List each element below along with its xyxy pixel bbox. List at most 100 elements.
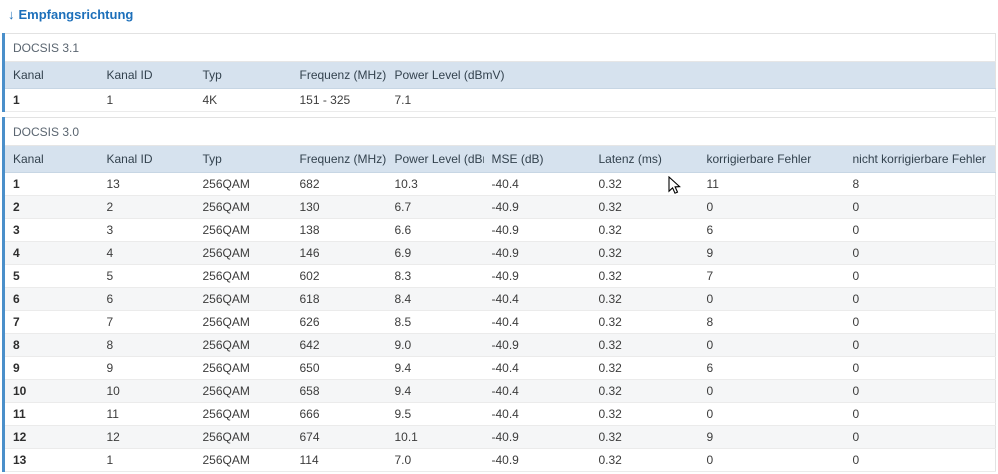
table-cell: 5 bbox=[3, 264, 99, 288]
table-cell: 7 bbox=[98, 310, 195, 334]
table-cell: 130 bbox=[291, 195, 387, 219]
table-cell: 0.32 bbox=[590, 264, 699, 288]
table-cell: 138 bbox=[291, 218, 387, 242]
table-cell: -40.9 bbox=[483, 448, 591, 472]
table-cell: 10.1 bbox=[386, 425, 484, 449]
table-row: 2 2 256QAM 130 6.7 -40.9 0.32 0 0 bbox=[3, 195, 996, 219]
table-cell: 12 bbox=[98, 425, 195, 449]
table-cell: 0 bbox=[844, 448, 996, 472]
table-cell: 0 bbox=[698, 195, 845, 219]
table-cell: 9 bbox=[98, 356, 195, 380]
section-row: DOCSIS 3.1 bbox=[3, 33, 996, 62]
table-cell: 0.32 bbox=[590, 172, 699, 196]
table-cell: 7 bbox=[698, 264, 845, 288]
table-cell: 10 bbox=[3, 379, 99, 403]
column-header: korrigierbare Fehler bbox=[698, 145, 845, 173]
table-cell: 10.3 bbox=[386, 172, 484, 196]
table-cell: -40.4 bbox=[483, 310, 591, 334]
table-cell: -40.4 bbox=[483, 402, 591, 426]
table-cell: 0 bbox=[844, 218, 996, 242]
table-cell: 642 bbox=[291, 333, 387, 357]
page: ↓ Empfangsrichtung DOCSIS 3.1 Kanal Kanal … bbox=[0, 0, 998, 474]
column-header: Latenz (ms) bbox=[590, 145, 699, 173]
table-cell: -40.9 bbox=[483, 333, 591, 357]
table-cell: 0.32 bbox=[590, 310, 699, 334]
table-cell: 1 bbox=[98, 88, 195, 112]
table-cell: 626 bbox=[291, 310, 387, 334]
column-header: Frequenz (MHz) bbox=[291, 145, 387, 173]
table-cell: 8 bbox=[98, 333, 195, 357]
table-cell: 666 bbox=[291, 402, 387, 426]
table-cell: 13 bbox=[3, 448, 99, 472]
channel-table: DOCSIS 3.0 Kanal Kanal ID Typ Frequenz (MHz)… bbox=[2, 117, 996, 472]
table-cell: 1 bbox=[98, 448, 195, 472]
table-cell: 9 bbox=[698, 241, 845, 265]
table-cell: 0 bbox=[844, 241, 996, 265]
table-cell: 256QAM bbox=[194, 287, 292, 311]
section-title: DOCSIS 3.0 bbox=[3, 117, 996, 146]
table-cell: 6.6 bbox=[386, 218, 484, 242]
table-cell: 12 bbox=[3, 425, 99, 449]
section-row: DOCSIS 3.0 bbox=[3, 117, 996, 146]
table-cell: 0.32 bbox=[590, 425, 699, 449]
table-cell: 0 bbox=[844, 402, 996, 426]
table-row: 3 3 256QAM 138 6.6 -40.9 0.32 6 0 bbox=[3, 218, 996, 242]
table-cell: 256QAM bbox=[194, 264, 292, 288]
table-cell: 6.9 bbox=[386, 241, 484, 265]
table-cell: 256QAM bbox=[194, 195, 292, 219]
table-row: 5 5 256QAM 602 8.3 -40.9 0.32 7 0 bbox=[3, 264, 996, 288]
table-cell: 8.4 bbox=[386, 287, 484, 311]
table-cell: 0 bbox=[844, 195, 996, 219]
table-cell: 0 bbox=[844, 310, 996, 334]
table-cell: 650 bbox=[291, 356, 387, 380]
header-row: Kanal Kanal ID Typ Frequenz (MHz) Power Leve… bbox=[3, 145, 996, 173]
table-row: 1 1 4K 151 - 325 7.1 bbox=[3, 88, 996, 112]
column-header: Typ bbox=[194, 145, 292, 173]
table-cell: 618 bbox=[291, 287, 387, 311]
table-cell: 0.32 bbox=[590, 287, 699, 311]
table-cell: 0 bbox=[844, 425, 996, 449]
table-row: 9 9 256QAM 650 9.4 -40.4 0.32 6 0 bbox=[3, 356, 996, 380]
table-cell: -40.9 bbox=[483, 218, 591, 242]
column-header: Kanal bbox=[3, 61, 99, 89]
table-cell: 9 bbox=[698, 425, 845, 449]
table-cell: 9.5 bbox=[386, 402, 484, 426]
table-cell: 9.4 bbox=[386, 356, 484, 380]
table-cell: 6 bbox=[698, 356, 845, 380]
table-cell: 9.4 bbox=[386, 379, 484, 403]
table-cell: 7.1 bbox=[386, 88, 996, 112]
table-cell: 682 bbox=[291, 172, 387, 196]
table-cell: 2 bbox=[98, 195, 195, 219]
table-cell: 8 bbox=[844, 172, 996, 196]
table-cell: 674 bbox=[291, 425, 387, 449]
tables-container: DOCSIS 3.1 Kanal Kanal ID Typ Frequenz (MHz)… bbox=[2, 33, 996, 472]
table-cell: 13 bbox=[98, 172, 195, 196]
header-row: Kanal Kanal ID Typ Frequenz (MHz) Power Leve… bbox=[3, 61, 996, 89]
column-header: Kanal ID bbox=[98, 145, 195, 173]
table-cell: 0.32 bbox=[590, 402, 699, 426]
table-cell: 0 bbox=[698, 287, 845, 311]
receive-direction-toggle[interactable]: ↓ Empfangsrichtung bbox=[8, 7, 133, 22]
table-cell: 4 bbox=[98, 241, 195, 265]
table-cell: 10 bbox=[98, 379, 195, 403]
table-cell: 9 bbox=[3, 356, 99, 380]
table-row: 1 13 256QAM 682 10.3 -40.4 0.32 11 8 bbox=[3, 172, 996, 196]
table-cell: -40.9 bbox=[483, 264, 591, 288]
section-title: DOCSIS 3.1 bbox=[3, 33, 996, 62]
table-cell: 256QAM bbox=[194, 310, 292, 334]
table-cell: 6.7 bbox=[386, 195, 484, 219]
column-header: MSE (dB) bbox=[483, 145, 591, 173]
table-cell: 602 bbox=[291, 264, 387, 288]
table-cell: 0.32 bbox=[590, 218, 699, 242]
table-row: 13 1 256QAM 114 7.0 -40.9 0.32 0 0 bbox=[3, 448, 996, 472]
table-cell: 256QAM bbox=[194, 402, 292, 426]
table-row: 10 10 256QAM 658 9.4 -40.4 0.32 0 0 bbox=[3, 379, 996, 403]
table-cell: 11 bbox=[698, 172, 845, 196]
table-cell: -40.9 bbox=[483, 195, 591, 219]
table-cell: 4K bbox=[194, 88, 292, 112]
table-row: 12 12 256QAM 674 10.1 -40.9 0.32 9 0 bbox=[3, 425, 996, 449]
table-cell: 256QAM bbox=[194, 356, 292, 380]
table-cell: 146 bbox=[291, 241, 387, 265]
table-cell: -40.4 bbox=[483, 172, 591, 196]
table-cell: 0 bbox=[844, 264, 996, 288]
